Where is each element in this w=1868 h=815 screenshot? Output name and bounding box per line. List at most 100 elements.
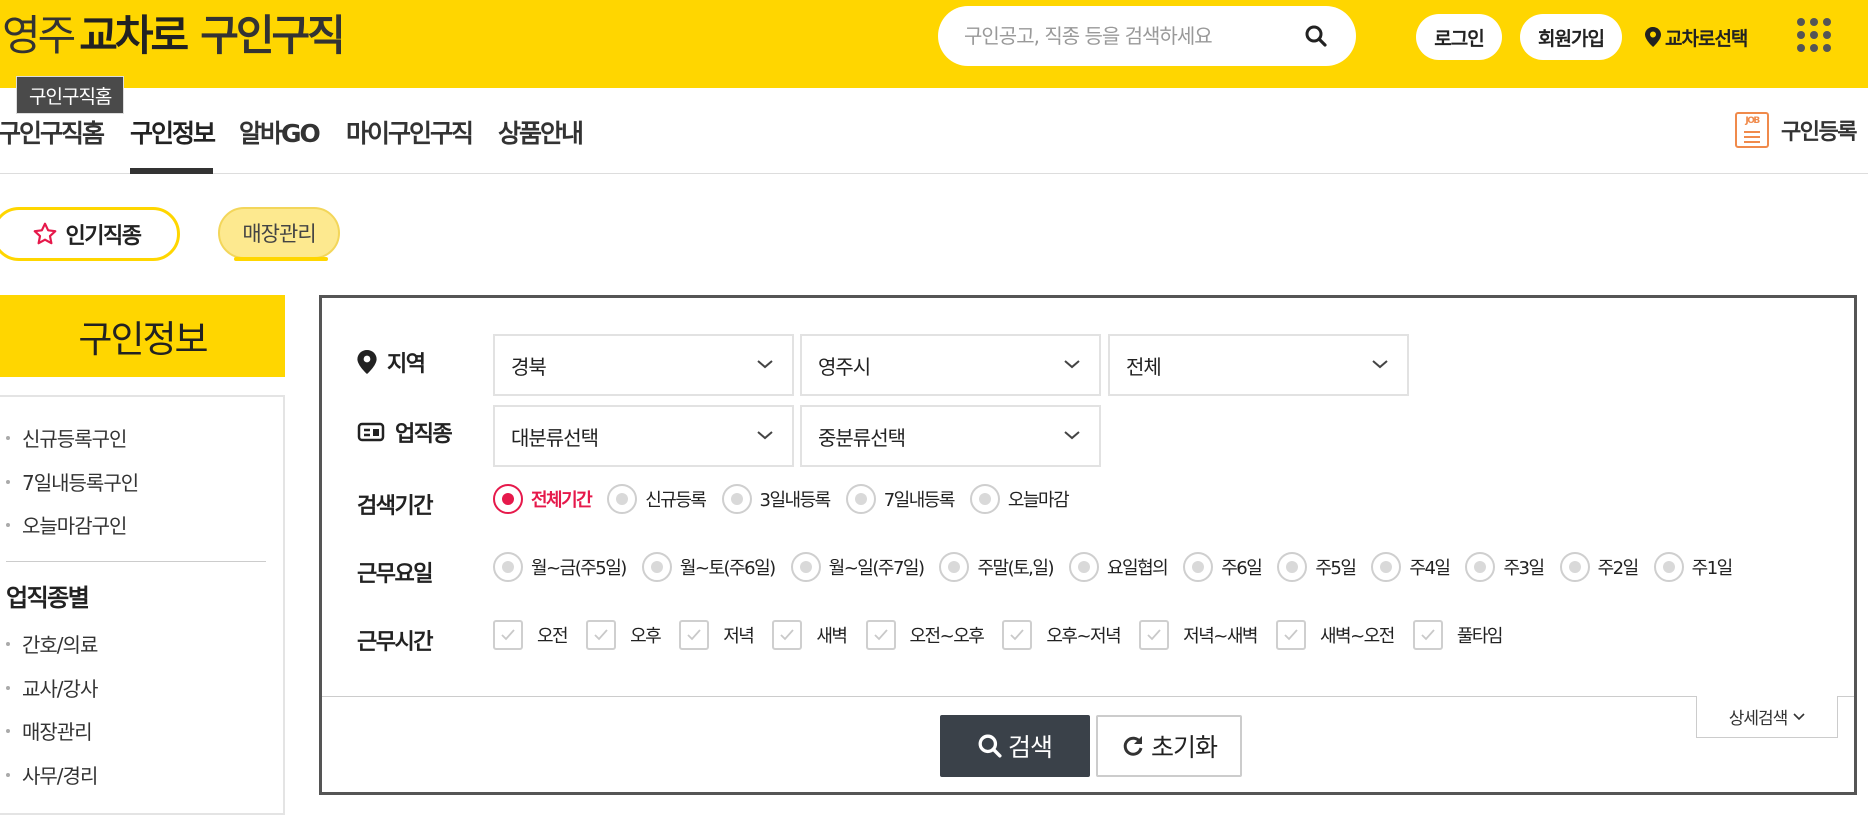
search-input[interactable] <box>964 24 1302 48</box>
nav-item-albago[interactable]: 알바GO <box>239 114 321 150</box>
checkmark-icon <box>1412 620 1443 650</box>
sidebar-item-today-close[interactable]: 오늘마감구인 <box>6 503 138 547</box>
nav-item-products[interactable]: 상품안내 <box>498 114 584 150</box>
minor-category-select[interactable]: 중분류선택 <box>800 405 1101 467</box>
sidebar-item-new[interactable]: 신규등록구인 <box>6 416 138 460</box>
region-row-label: 지역 <box>357 346 426 378</box>
id-card-icon <box>357 422 385 442</box>
work-hours-row-label: 근무시간 <box>357 630 433 655</box>
popular-jobs-chip[interactable]: 인기직종 <box>0 207 180 261</box>
major-category-select[interactable]: 대분류선택 <box>493 405 794 467</box>
checkmark-icon <box>772 620 803 650</box>
logo-part-1: 영주 <box>2 10 76 60</box>
search-button[interactable]: 검색 <box>940 715 1090 777</box>
work-days-option[interactable]: 월~금(주5일) <box>493 552 627 582</box>
reset-button[interactable]: 초기화 <box>1096 715 1242 777</box>
sidebar-item-nursing[interactable]: 간호/의료 <box>6 622 98 666</box>
work-hours-option[interactable]: 풀타임 <box>1412 620 1504 650</box>
work-days-option[interactable]: 주3일 <box>1465 552 1545 582</box>
search-icon <box>978 734 1002 758</box>
work-hours-options: 오전 오후 저녁 새벽 오전~오후 오후~저녁 저녁~새벽 새벽~오전 풀타임 <box>493 620 1521 650</box>
work-days-option[interactable]: 주말(토,일) <box>939 552 1054 582</box>
header-search <box>938 6 1356 66</box>
work-days-option[interactable]: 월~일(주7일) <box>790 552 925 582</box>
nav-item-job-info[interactable]: 구인정보 <box>130 114 216 150</box>
checkmark-icon <box>1139 620 1170 650</box>
checkmark-icon <box>1275 620 1306 650</box>
popular-jobs-label: 인기직종 <box>65 224 142 249</box>
logo-part-2: 교차로 <box>79 10 189 60</box>
work-days-option[interactable]: 요일협의 <box>1069 552 1169 582</box>
job-document-icon: JOB <box>1735 112 1770 148</box>
work-hours-option[interactable]: 새벽~오전 <box>1275 620 1395 650</box>
logo-part-3: 구인구직 <box>200 10 346 60</box>
district-select[interactable]: 전체 <box>1108 334 1409 396</box>
work-hours-option[interactable]: 오전~오후 <box>865 620 985 650</box>
chevron-down-icon <box>757 431 773 440</box>
work-hours-option[interactable]: 새벽 <box>772 620 848 650</box>
work-days-option[interactable]: 월~토(주6일) <box>641 552 776 582</box>
chevron-down-icon <box>1793 712 1805 720</box>
work-hours-option[interactable]: 오후~저녁 <box>1002 620 1122 650</box>
region-select-label: 교차로선택 <box>1665 27 1748 50</box>
nav-item-home[interactable]: 구인구직홈 <box>0 114 105 150</box>
sidebar-item-teacher[interactable]: 교사/강사 <box>6 666 98 710</box>
search-icon[interactable] <box>1302 22 1330 50</box>
top-header: 영주 교차로 구인구직 로그인 회원가입 교차로선택 <box>0 0 1868 88</box>
panel-divider <box>322 696 1854 697</box>
sidebar-divider <box>6 561 266 562</box>
search-panel: 지역 경북 영주시 전체 업직종 대분류선택 중분류선택 검색기간 전체기간 신… <box>319 295 1857 795</box>
detail-search-button[interactable]: 상세검색 <box>1696 696 1838 738</box>
checkmark-icon <box>1002 620 1033 650</box>
period-option-today-close[interactable]: 오늘마감 <box>969 484 1070 514</box>
period-options: 전체기간 신규등록 3일내등록 7일내등록 오늘마감 <box>493 484 1084 514</box>
region-select-button[interactable]: 교차로선택 <box>1645 22 1748 52</box>
work-days-option[interactable]: 주4일 <box>1371 552 1451 582</box>
period-option-new[interactable]: 신규등록 <box>607 484 707 514</box>
checkmark-icon <box>865 620 896 650</box>
period-option-3days[interactable]: 3일내등록 <box>721 484 831 514</box>
location-pin-icon <box>357 350 377 374</box>
period-option-7days[interactable]: 7일내등록 <box>845 484 955 514</box>
sidebar-item-office[interactable]: 사무/경리 <box>6 753 98 797</box>
sidebar-title: 구인정보 <box>0 295 285 377</box>
work-hours-option[interactable]: 저녁 <box>679 620 755 650</box>
chevron-down-icon <box>1372 360 1388 369</box>
signup-button[interactable]: 회원가입 <box>1520 14 1622 60</box>
work-hours-option[interactable]: 오후 <box>586 620 662 650</box>
work-days-option[interactable]: 주6일 <box>1183 552 1263 582</box>
login-button[interactable]: 로그인 <box>1416 14 1502 60</box>
job-register-label: 구인등록 <box>1781 120 1857 145</box>
chevron-down-icon <box>757 360 773 369</box>
work-days-options: 월~금(주5일) 월~토(주6일) 월~일(주7일) 주말(토,일) 요일협의 … <box>493 552 1748 582</box>
checkmark-icon <box>679 620 710 650</box>
city-select[interactable]: 영주시 <box>800 334 1101 396</box>
site-logo[interactable]: 영주 교차로 구인구직 <box>2 4 346 60</box>
sidebar-item-7days[interactable]: 7일내등록구인 <box>6 460 139 504</box>
nav-active-indicator <box>130 168 213 174</box>
work-hours-option[interactable]: 오전 <box>493 620 569 650</box>
sidebar-item-store[interactable]: 매장관리 <box>6 709 97 753</box>
province-select[interactable]: 경북 <box>493 334 794 396</box>
checkmark-icon <box>493 620 523 650</box>
nav-tooltip: 구인구직홈 <box>16 76 125 114</box>
work-days-row-label: 근무요일 <box>357 562 433 587</box>
location-pin-icon <box>1645 27 1661 47</box>
work-days-option[interactable]: 주2일 <box>1559 552 1639 582</box>
chevron-down-icon <box>1064 360 1080 369</box>
nav-item-my-page[interactable]: 마이구인구직 <box>346 114 474 150</box>
main-nav: 구인구직홈 구인정보 알바GO 마이구인구직 상품안내 JOB 구인등록 <box>0 88 1868 174</box>
work-hours-option[interactable]: 저녁~새벽 <box>1139 620 1258 650</box>
sidebar-categories: 간호/의료 교사/강사 매장관리 사무/경리 <box>6 622 98 797</box>
job-type-row-label: 업직종 <box>357 416 453 448</box>
store-management-chip[interactable]: 매장관리 <box>218 207 340 259</box>
refresh-icon <box>1123 736 1143 756</box>
sidebar-category-heading: 업직종별 <box>6 584 90 612</box>
chip-underline <box>234 257 328 261</box>
job-register-button[interactable]: JOB 구인등록 <box>1735 112 1857 148</box>
period-option-all[interactable]: 전체기간 <box>493 484 593 514</box>
star-icon <box>33 222 56 245</box>
apps-grid-icon[interactable] <box>1797 18 1831 52</box>
work-days-option[interactable]: 주1일 <box>1653 552 1733 582</box>
work-days-option[interactable]: 주5일 <box>1277 552 1357 582</box>
